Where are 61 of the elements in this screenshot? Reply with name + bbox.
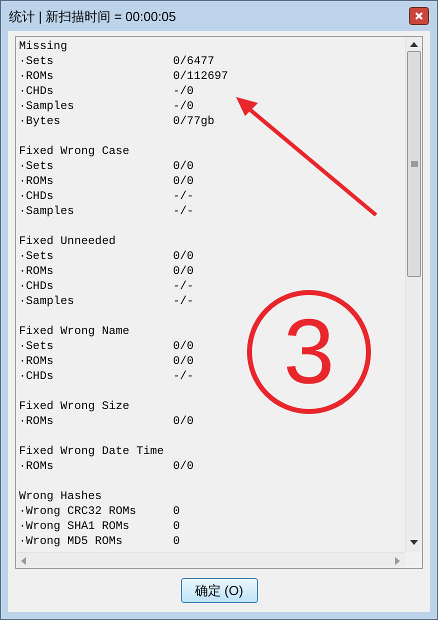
stat-value: 0: [173, 534, 180, 549]
stat-value: -/0: [173, 99, 194, 114]
stat-value: 0/0: [173, 159, 194, 174]
stat-label: ·CHDs: [19, 84, 55, 99]
horizontal-scrollbar[interactable]: [16, 552, 405, 568]
section-title: Fixed Wrong Date Time: [19, 444, 164, 459]
stat-label: ·ROMs: [19, 354, 55, 369]
scrollbar-thumb[interactable]: [407, 51, 421, 277]
stat-label: ·Sets: [19, 249, 55, 264]
vertical-scrollbar[interactable]: [405, 37, 422, 552]
stat-value: 0/6477: [173, 54, 214, 69]
ok-button[interactable]: 确定 (O): [180, 578, 258, 603]
stat-label: ·ROMs: [19, 264, 55, 279]
stat-value: -/-: [173, 189, 194, 204]
stat-label: ·ROMs: [19, 414, 55, 429]
section-title: Fixed Unneeded: [19, 234, 116, 249]
stat-value: 0: [173, 519, 180, 534]
stat-value: 0: [173, 504, 180, 519]
grip-icon: [410, 160, 418, 168]
stat-label: ·ROMs: [19, 69, 55, 84]
scroll-down-icon[interactable]: [410, 540, 418, 545]
section-title: Fixed Wrong Name: [19, 324, 130, 339]
scroll-up-icon[interactable]: [410, 42, 418, 47]
stat-label: ·CHDs: [19, 279, 55, 294]
stat-value: 0/0: [173, 339, 194, 354]
stat-label: ·Bytes: [19, 114, 62, 129]
stat-label: ·ROMs: [19, 174, 55, 189]
stat-value: 0/77gb: [173, 114, 214, 129]
stat-label: ·Samples: [19, 99, 76, 114]
stat-value: -/-: [173, 204, 194, 219]
stat-value: 0/0: [173, 354, 194, 369]
stat-value: 0/0: [173, 459, 194, 474]
window-title: 统计 | 新扫描时间 = 00:00:05: [8, 8, 176, 26]
stat-label: ·CHDs: [19, 369, 55, 384]
stat-label: ·Sets: [19, 339, 55, 354]
stat-label: ·Sets: [19, 159, 55, 174]
stat-label: ·ROMs: [19, 459, 55, 474]
stat-label: ·CHDs: [19, 189, 55, 204]
stat-label: ·Wrong MD5 ROMs: [19, 534, 124, 549]
stat-value: 0/112697: [173, 69, 228, 84]
stat-value: 0/0: [173, 174, 194, 189]
section-title: Wrong Hashes: [19, 489, 102, 504]
stat-label: ·Wrong CRC32 ROMs: [19, 504, 138, 519]
stat-label: ·Samples: [19, 204, 76, 219]
section-title: Fixed Wrong Size: [19, 399, 130, 414]
stat-label: ·Wrong SHA1 ROMs: [19, 519, 130, 534]
stat-value: -/0: [173, 84, 194, 99]
stat-label: ·Sets: [19, 54, 55, 69]
close-button[interactable]: [409, 7, 429, 25]
stat-value: -/-: [173, 369, 194, 384]
section-title: Fixed Wrong Case: [19, 144, 130, 159]
stat-value: 0/0: [173, 264, 194, 279]
close-icon: [415, 12, 423, 20]
stat-value: 0/0: [173, 414, 194, 429]
stat-value: 0/0: [173, 249, 194, 264]
section-title: Missing: [19, 39, 68, 54]
stat-value: -/-: [173, 294, 194, 309]
stat-label: ·Samples: [19, 294, 76, 309]
scroll-right-icon[interactable]: [395, 556, 400, 564]
stat-value: -/-: [173, 279, 194, 294]
scroll-left-icon[interactable]: [21, 556, 26, 564]
